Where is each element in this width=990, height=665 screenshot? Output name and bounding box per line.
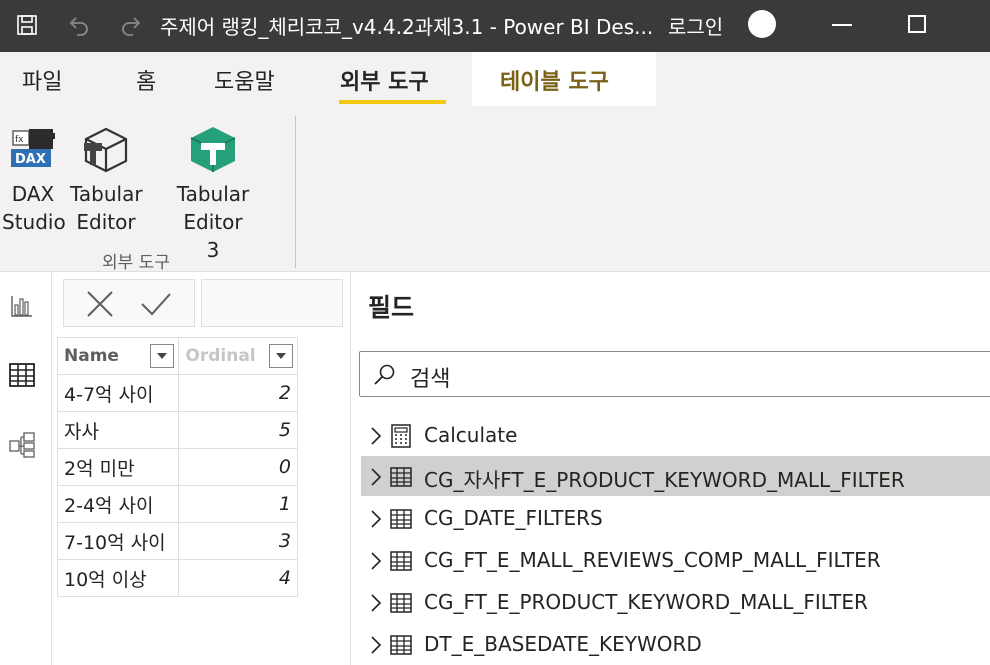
formula-commit-bar	[63, 279, 195, 327]
field-item-cg-jasa-product-keyword-mall-filter[interactable]: CG_자사FT_E_PRODUCT_KEYWORD_MALL_FILTER	[361, 456, 990, 496]
tab-file[interactable]: 파일	[22, 64, 62, 96]
dax-studio-label-1: DAX	[11, 182, 55, 206]
dax-studio-label-2: Studio	[2, 210, 66, 234]
tab-external-tools[interactable]: 외부 도구	[340, 64, 429, 96]
search-input[interactable]: 검색	[359, 351, 990, 397]
field-item-dt-e-basedate-keyword[interactable]: DT_E_BASEDATE_KEYWORD	[361, 624, 990, 664]
tabular-editor-button[interactable]: Tabular Editor	[70, 122, 143, 236]
table-row[interactable]: 2-4억 사이 1	[56, 485, 298, 523]
redo-icon[interactable]	[116, 10, 146, 40]
cell-name[interactable]: 4-7억 사이	[56, 374, 180, 412]
save-icon[interactable]	[12, 10, 42, 40]
dax-studio-icon: fx DAX	[6, 122, 60, 176]
cell-name[interactable]: 10억 이상	[56, 559, 180, 597]
chevron-right-icon[interactable]	[369, 551, 383, 571]
field-item-cg-ft-e-mall-reviews-comp-mall-filter[interactable]: CG_FT_E_MALL_REVIEWS_COMP_MALL_FILTER	[361, 540, 990, 580]
table-row[interactable]: 10억 이상 4	[56, 559, 298, 597]
table-icon	[390, 593, 412, 613]
cell-name[interactable]: 2억 미만	[56, 448, 180, 486]
cell-ordinal[interactable]: 1	[178, 485, 298, 523]
fields-pane-divider	[350, 272, 351, 665]
svg-text:fx: fx	[15, 135, 24, 145]
chevron-right-icon[interactable]	[369, 593, 383, 613]
table-icon	[390, 509, 412, 529]
tab-help[interactable]: 도움말	[214, 64, 275, 96]
model-view-icon[interactable]	[6, 429, 38, 461]
cancel-icon[interactable]	[84, 288, 116, 320]
field-item-cg-date-filters[interactable]: CG_DATE_FILTERS	[361, 498, 990, 538]
table-row[interactable]: 4-7억 사이 2	[56, 374, 298, 412]
avatar[interactable]	[748, 10, 776, 38]
cell-ordinal[interactable]: 0	[178, 448, 298, 486]
chevron-down-icon[interactable]	[269, 344, 293, 368]
cell-ordinal[interactable]: 2	[178, 374, 298, 412]
calculator-icon	[391, 424, 411, 448]
cell-ordinal[interactable]: 5	[178, 411, 298, 449]
search-icon	[374, 364, 395, 385]
column-header-name[interactable]: Name	[56, 337, 180, 375]
column-header-name-label: Name	[64, 346, 119, 366]
tab-home[interactable]: 홈	[136, 64, 156, 96]
tabular-editor-icon	[79, 122, 133, 176]
fields-pane-title: 필드	[368, 293, 415, 322]
minimize-button[interactable]	[832, 24, 852, 26]
field-item-label: Calculate	[424, 423, 518, 447]
active-tab-indicator	[339, 100, 446, 104]
report-view-icon[interactable]	[6, 290, 38, 322]
table-row[interactable]: 2억 미만 0	[56, 448, 298, 486]
title-bar: 주제어 랭킹_체리코코_v4.4.2과제3.1 - Power BI Des..…	[0, 0, 990, 52]
field-item-label: CG_FT_E_MALL_REVIEWS_COMP_MALL_FILTER	[424, 548, 881, 572]
table-icon	[390, 467, 412, 487]
ribbon-separator	[295, 116, 296, 268]
data-view-icon[interactable]	[6, 359, 38, 391]
ribbon: fx DAX DAX Studio Tabular Editor Tabular…	[0, 106, 990, 273]
table-row[interactable]: 7-10억 사이 3	[56, 522, 298, 560]
tab-table-tools[interactable]: 테이블 도구	[472, 52, 656, 106]
field-item-label: DT_E_BASEDATE_KEYWORD	[424, 632, 702, 656]
cell-ordinal[interactable]: 3	[178, 522, 298, 560]
cell-name[interactable]: 2-4억 사이	[56, 485, 180, 523]
field-item-label: CG_FT_E_PRODUCT_KEYWORD_MALL_FILTER	[424, 590, 868, 614]
formula-input[interactable]	[201, 279, 343, 327]
chevron-down-icon[interactable]	[150, 344, 175, 368]
field-item-label: CG_DATE_FILTERS	[424, 506, 603, 530]
column-header-ordinal-label: Ordinal	[185, 346, 256, 366]
tabular-editor-label-2: Editor	[76, 210, 136, 234]
chevron-right-icon[interactable]	[369, 426, 383, 446]
tabular-editor-3-icon	[186, 122, 240, 176]
maximize-button[interactable]	[908, 15, 926, 33]
chevron-right-icon[interactable]	[369, 467, 383, 487]
commit-icon[interactable]	[140, 288, 172, 320]
dax-studio-button[interactable]: fx DAX DAX Studio	[2, 122, 66, 236]
cell-name[interactable]: 자사	[56, 411, 180, 449]
cell-ordinal[interactable]: 4	[178, 559, 298, 597]
table-row[interactable]: 자사 5	[56, 411, 298, 449]
tabular-editor-3-label-1: Tabular Editor	[176, 182, 250, 234]
field-item-label: CG_자사FT_E_PRODUCT_KEYWORD_MALL_FILTER	[424, 468, 905, 492]
view-switcher	[0, 272, 52, 665]
chevron-right-icon[interactable]	[369, 635, 383, 655]
undo-icon[interactable]	[64, 10, 94, 40]
ribbon-group-label: 외부 도구	[102, 253, 170, 273]
search-placeholder: 검색	[410, 367, 451, 392]
column-header-ordinal[interactable]: Ordinal	[178, 337, 298, 375]
tabular-editor-3-button[interactable]: Tabular Editor 3	[146, 122, 280, 264]
table-icon	[390, 635, 412, 655]
cell-name[interactable]: 7-10억 사이	[56, 522, 180, 560]
tabular-editor-label-1: Tabular	[70, 182, 143, 206]
field-item-calculate[interactable]: Calculate	[361, 415, 990, 455]
data-table: Name Ordinal 4-7억 사이 2 자사 5 2억 미만 0 2-4억…	[56, 337, 298, 597]
window-title: 주제어 랭킹_체리코코_v4.4.2과제3.1 - Power BI Des..…	[160, 15, 654, 39]
table-icon	[390, 551, 412, 571]
svg-text:DAX: DAX	[15, 152, 46, 167]
login-link[interactable]: 로그인	[668, 11, 723, 40]
field-item-cg-ft-e-product-keyword-mall-filter[interactable]: CG_FT_E_PRODUCT_KEYWORD_MALL_FILTER	[361, 582, 990, 622]
tab-table-tools-label: 테이블 도구	[500, 70, 609, 95]
chevron-right-icon[interactable]	[369, 509, 383, 529]
